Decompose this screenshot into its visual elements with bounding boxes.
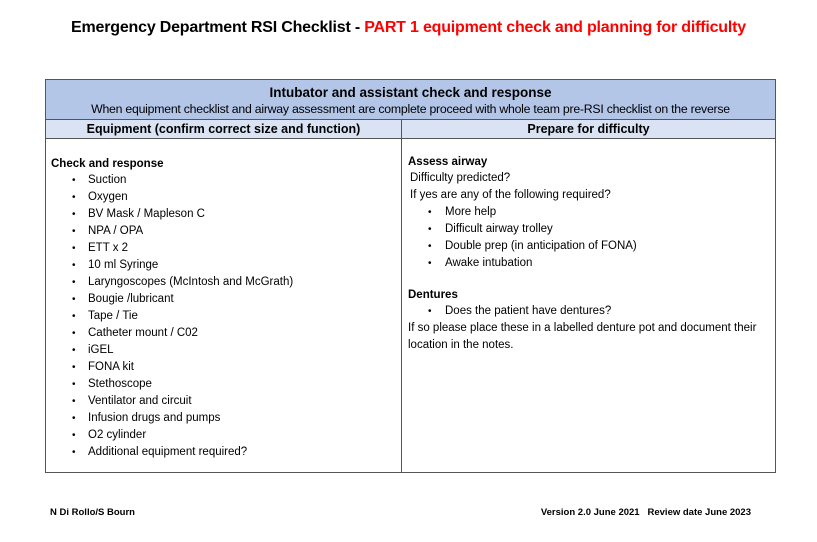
bullet-icon: • — [72, 260, 76, 271]
list-item: • Difficult airway trolley — [408, 221, 775, 238]
list-item-text: BV Mask / Mapleson C — [88, 208, 205, 220]
assess-airway-heading: Assess airway — [408, 156, 488, 168]
list-item: • Laryngoscopes (McIntosh and McGrath) — [51, 274, 401, 291]
column-header-difficulty: Prepare for difficulty — [527, 122, 650, 136]
list-item: • ETT x 2 — [51, 240, 401, 257]
footer-authors: N Di Rollo/S Bourn — [50, 507, 135, 518]
bullet-icon: • — [428, 258, 432, 269]
bullet-icon: • — [72, 447, 76, 458]
list-item-text: More help — [445, 206, 497, 218]
table-body: Check and response • Suction • Oxygen • BV Ma… — [46, 139, 775, 472]
list-item-text: Difficult airway trolley — [445, 223, 553, 235]
equipment-column: Check and response • Suction • Oxygen • BV Ma… — [46, 139, 402, 472]
bullet-icon: • — [72, 362, 76, 373]
list-item-text: NPA / OPA — [88, 225, 144, 237]
dentures-heading: Dentures — [408, 289, 458, 301]
bullet-icon: • — [72, 345, 76, 356]
difficulty-predicted-text: Difficulty predicted? — [410, 172, 511, 184]
list-item: • FONA kit — [51, 359, 401, 376]
list-item-text: Stethoscope — [88, 378, 152, 390]
bullet-icon: • — [72, 192, 76, 203]
bullet-icon: • — [72, 430, 76, 441]
list-item: • Additional equipment required? — [51, 444, 401, 461]
list-item: • Stethoscope — [51, 376, 401, 393]
bullet-icon: • — [72, 226, 76, 237]
bullet-icon: • — [72, 328, 76, 339]
bullet-icon: • — [72, 379, 76, 390]
difficulty-column: Assess airway Difficulty predicted? If y… — [402, 139, 775, 472]
list-item-text: O2 cylinder — [88, 429, 147, 441]
bullet-icon: • — [72, 413, 76, 424]
bullet-icon: • — [72, 277, 76, 288]
difficulty-list: • More help • Difficult airway trolley • Doub… — [408, 204, 775, 272]
list-item: • BV Mask / Mapleson C — [51, 206, 401, 223]
band-subtitle: When equipment checklist and airway asse… — [91, 102, 730, 116]
list-item-text: Additional equipment required? — [88, 446, 248, 458]
footer-version: Version 2.0 June 2021 Review date June 2… — [540, 507, 751, 518]
column-header-row: Equipment (confirm correct size and func… — [46, 120, 775, 139]
list-item-text: Ventilator and circuit — [88, 395, 192, 407]
list-item-text: Does the patient have dentures? — [445, 305, 612, 317]
bullet-icon: • — [72, 209, 76, 220]
dentures-note: If so please place these in a labelled d… — [408, 322, 757, 351]
band-title: Intubator and assistant check and respon… — [269, 85, 552, 100]
list-item: • iGEL — [51, 342, 401, 359]
list-item-text: Suction — [88, 174, 127, 186]
page-title: Emergency Department RSI Checklist - PAR… — [0, 19, 817, 37]
list-item: • Infusion drugs and pumps — [51, 410, 401, 427]
list-item-text: Double prep (in anticipation of FONA) — [445, 240, 637, 252]
list-item-text: Catheter mount / C02 — [88, 327, 198, 339]
bullet-icon: • — [72, 243, 76, 254]
list-item: • Oxygen — [51, 189, 401, 206]
bullet-icon: • — [428, 224, 432, 235]
title-part: PART 1 equipment check and planning for … — [364, 19, 746, 36]
equipment-heading: Check and response — [51, 158, 164, 170]
bullet-icon: • — [72, 294, 76, 305]
list-item: • NPA / OPA — [51, 223, 401, 240]
list-item: • Does the patient have dentures? — [408, 303, 775, 320]
bullet-icon: • — [72, 175, 76, 186]
list-item-text: Laryngoscopes (McIntosh and McGrath) — [88, 276, 294, 288]
list-item-text: Infusion drugs and pumps — [88, 412, 221, 424]
bullet-icon: • — [428, 306, 432, 317]
table-header-band: Intubator and assistant check and respon… — [46, 80, 775, 120]
dentures-list: • Does the patient have dentures? — [408, 303, 775, 320]
list-item-text: Oxygen — [88, 191, 128, 203]
equipment-list: • Suction • Oxygen • BV Mask / Mapleson C • NPA… — [51, 172, 401, 461]
bullet-icon: • — [72, 311, 76, 322]
list-item-text: ETT x 2 — [88, 242, 129, 254]
list-item-text: Awake intubation — [445, 257, 533, 269]
list-item: • More help — [408, 204, 775, 221]
list-item: • Tape / Tie — [51, 308, 401, 325]
list-item-text: iGEL — [88, 344, 114, 356]
list-item: • Awake intubation — [408, 255, 775, 272]
list-item-text: FONA kit — [88, 361, 135, 373]
list-item: • O2 cylinder — [51, 427, 401, 444]
checklist-table: Intubator and assistant check and respon… — [45, 79, 776, 473]
bullet-icon: • — [428, 207, 432, 218]
list-item: • Double prep (in anticipation of FONA) — [408, 238, 775, 255]
if-yes-text: If yes are any of the following required… — [410, 189, 611, 201]
list-item: • Suction — [51, 172, 401, 189]
title-main: Emergency Department RSI Checklist - — [71, 19, 365, 36]
list-item: • Catheter mount / C02 — [51, 325, 401, 342]
list-item-text: Tape / Tie — [88, 310, 138, 322]
column-header-equipment: Equipment (confirm correct size and func… — [46, 120, 402, 138]
list-item-text: 10 ml Syringe — [88, 259, 159, 271]
list-item: • Bougie /lubricant — [51, 291, 401, 308]
list-item-text: Bougie /lubricant — [88, 293, 174, 305]
list-item: • Ventilator and circuit — [51, 393, 401, 410]
list-item: • 10 ml Syringe — [51, 257, 401, 274]
bullet-icon: • — [428, 241, 432, 252]
bullet-icon: • — [72, 396, 76, 407]
